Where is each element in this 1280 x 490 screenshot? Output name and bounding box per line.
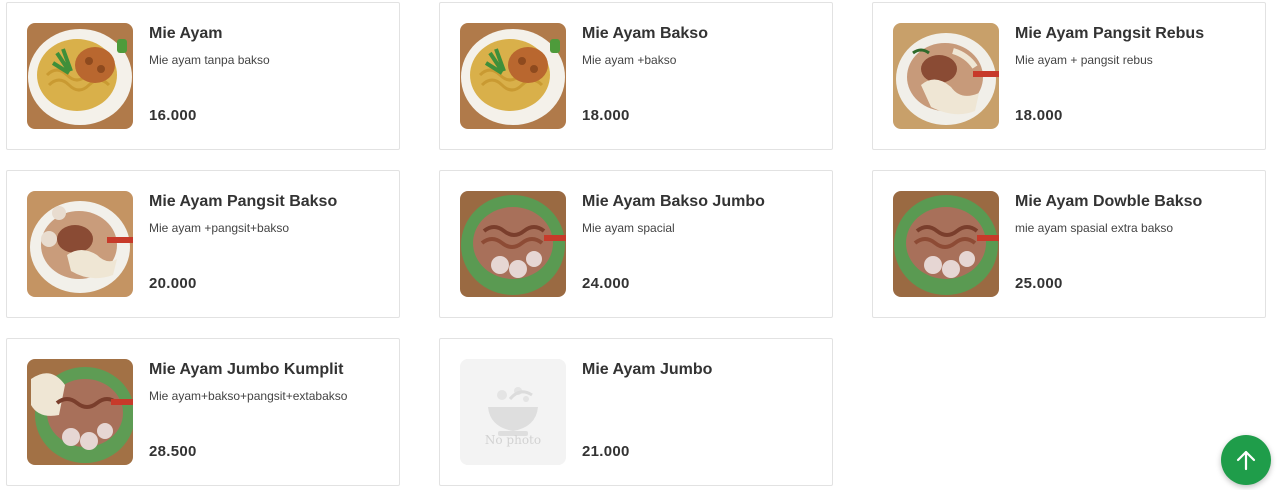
menu-item-description: Mie ayam spacial [582, 221, 675, 235]
menu-item-name: Mie Ayam Bakso [582, 25, 708, 42]
menu-item-description: Mie ayam+bakso+pangsit+extabakso [149, 389, 348, 403]
bowl-placeholder-icon [460, 359, 566, 465]
menu-item-card[interactable]: Mie Ayam Mie ayam tanpa bakso 16.000 [6, 2, 400, 150]
food-photo [893, 191, 999, 297]
menu-item-price: 25.000 [1015, 275, 1063, 292]
menu-item-card[interactable]: Mie Ayam Bakso Jumbo Mie ayam spacial 24… [439, 170, 833, 318]
menu-item-name: Mie Ayam Jumbo Kumplit [149, 361, 344, 378]
menu-item-card[interactable]: Mie Ayam Jumbo Kumplit Mie ayam+bakso+pa… [6, 338, 400, 486]
menu-item-name: Mie Ayam Pangsit Bakso [149, 193, 338, 210]
menu-item-card[interactable]: Mie Ayam Bakso Mie ayam +bakso 18.000 [439, 2, 833, 150]
menu-item-card[interactable]: Mie Ayam Pangsit Bakso Mie ayam +pangsit… [6, 170, 400, 318]
menu-item-price: 21.000 [582, 443, 630, 460]
menu-item-price: 28.500 [149, 443, 197, 460]
menu-item-description: Mie ayam +bakso [582, 53, 677, 67]
menu-item-description: Mie ayam +pangsit+bakso [149, 221, 290, 235]
food-photo [460, 23, 566, 129]
menu-item-description: Mie ayam + pangsit rebus [1015, 53, 1153, 67]
menu-item-price: 20.000 [149, 275, 197, 292]
menu-item-card[interactable]: Mie Ayam Pangsit Rebus Mie ayam + pangsi… [872, 2, 1266, 150]
food-photo [893, 23, 999, 129]
arrow-up-icon [1236, 450, 1256, 471]
menu-item-name: Mie Ayam Jumbo [582, 361, 713, 378]
menu-item-price: 24.000 [582, 275, 630, 292]
menu-item-price: 16.000 [149, 107, 197, 124]
menu-item-description: mie ayam spasial extra bakso [1015, 221, 1174, 235]
menu-item-name: Mie Ayam [149, 25, 223, 42]
menu-item-description: Mie ayam tanpa bakso [149, 53, 270, 67]
menu-item-card[interactable]: No photo Mie Ayam Jumbo 21.000 [439, 338, 833, 486]
food-photo [27, 191, 133, 297]
menu-item-name: Mie Ayam Bakso Jumbo [582, 193, 765, 210]
menu-item-name: Mie Ayam Pangsit Rebus [1015, 25, 1205, 42]
menu-item-card[interactable]: Mie Ayam Dowble Bakso mie ayam spasial e… [872, 170, 1266, 318]
no-photo-label: No photo [484, 433, 542, 447]
food-photo [27, 23, 133, 129]
menu-item-name: Mie Ayam Dowble Bakso [1015, 193, 1203, 210]
food-photo [460, 191, 566, 297]
scroll-to-top-button[interactable] [1221, 435, 1271, 485]
menu-item-price: 18.000 [582, 107, 630, 124]
menu-item-price: 18.000 [1015, 107, 1063, 124]
food-photo [27, 359, 133, 465]
no-photo-placeholder: No photo [460, 359, 566, 465]
